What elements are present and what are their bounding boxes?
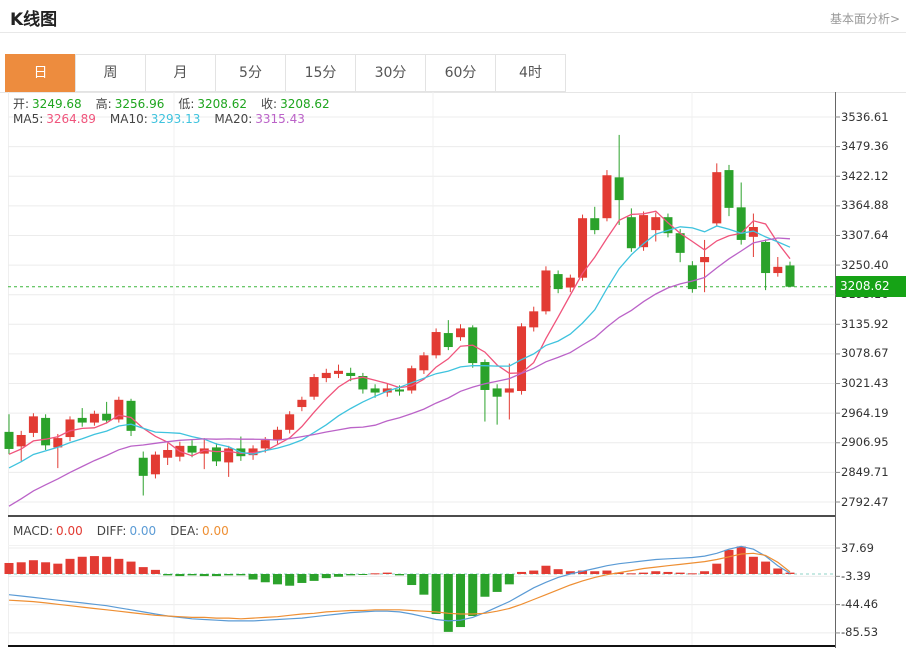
y-axis-label: 3479.36: [841, 139, 889, 153]
y-axis-label: 2964.19: [841, 406, 889, 420]
ma10-label: MA10:: [110, 112, 148, 126]
y-axis-label: -85.53: [841, 625, 878, 639]
y-axis-label: 2792.47: [841, 495, 889, 509]
ma20-label: MA20:: [214, 112, 252, 126]
macd-legend: MACD: 0.00 DIFF: 0.00 DEA: 0.00: [13, 524, 243, 538]
y-axis-label: 3364.88: [841, 198, 889, 212]
current-price-tag: 3208.62: [836, 276, 906, 297]
close-value: 3208.62: [280, 97, 330, 111]
y-axis-label: 37.69: [841, 541, 874, 555]
y-axis-label: -3.39: [841, 569, 871, 583]
ma5-value: 3264.89: [46, 112, 96, 126]
fundamental-analysis-link[interactable]: 基本面分析>: [830, 10, 900, 27]
tab-interval-2[interactable]: 月: [145, 54, 216, 92]
y-axis-label: 3078.67: [841, 346, 889, 360]
low-label: 低:: [178, 95, 194, 112]
y-axis-label: 3536.61: [841, 110, 889, 124]
ma20-value: 3315.43: [255, 112, 305, 126]
high-label: 高:: [96, 95, 112, 112]
ma10-value: 3293.13: [151, 112, 201, 126]
y-axis-label: 3422.12: [841, 169, 889, 183]
low-value: 3208.62: [197, 97, 247, 111]
tab-interval-1[interactable]: 周: [75, 54, 146, 92]
header-divider: [0, 32, 906, 33]
interval-tabs: 日周月5分15分30分60分4时: [5, 54, 566, 92]
y-axis-label: 3307.64: [841, 228, 889, 242]
tab-interval-5[interactable]: 30分: [355, 54, 426, 92]
y-axis-label: 2906.95: [841, 435, 889, 449]
tab-interval-4[interactable]: 15分: [285, 54, 356, 92]
close-label: 收:: [261, 95, 277, 112]
diff-label: DIFF:: [97, 524, 127, 538]
tab-interval-0[interactable]: 日: [5, 54, 76, 92]
tab-interval-3[interactable]: 5分: [215, 54, 286, 92]
y-axis-label: 2849.71: [841, 465, 889, 479]
ohlc-legend: 开: 3249.68 高: 3256.96 低: 3208.62 收: 3208…: [13, 95, 344, 112]
y-axis-label: 3250.40: [841, 258, 889, 272]
ma-legend: MA5: 3264.89 MA10: 3293.13 MA20: 3315.43: [13, 112, 319, 126]
tab-interval-7[interactable]: 4时: [495, 54, 566, 92]
diff-value: 0.00: [129, 524, 156, 538]
y-axis-label: 3021.43: [841, 376, 889, 390]
y-axis-label: 3135.92: [841, 317, 889, 331]
macd-label: MACD:: [13, 524, 53, 538]
dea-label: DEA:: [170, 524, 199, 538]
open-label: 开:: [13, 95, 29, 112]
tab-interval-6[interactable]: 60分: [425, 54, 496, 92]
dea-value: 0.00: [202, 524, 229, 538]
ma5-label: MA5:: [13, 112, 43, 126]
page-title: K线图: [10, 5, 57, 30]
high-value: 3256.96: [115, 97, 165, 111]
macd-value: 0.00: [56, 524, 83, 538]
open-value: 3249.68: [32, 97, 82, 111]
y-axis-label: -44.46: [841, 597, 878, 611]
